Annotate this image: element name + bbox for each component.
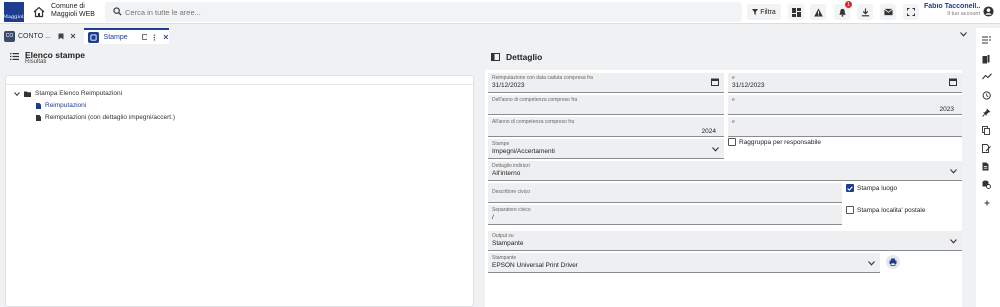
close-icon[interactable] [163, 34, 169, 40]
descrittore-civico-field[interactable]: Descrittore civico [488, 183, 842, 203]
trend-icon[interactable] [982, 73, 992, 80]
chevron-down-icon[interactable] [960, 32, 967, 37]
fullscreen-icon [907, 8, 915, 16]
alert-button[interactable] [810, 4, 826, 20]
tree-item-reimputazioni[interactable]: Reimputazioni [36, 102, 86, 109]
maggioli-logo[interactable]: Maggioli [3, 2, 25, 22]
tab-conto[interactable]: CO CONTO ... [4, 29, 80, 43]
history-icon[interactable] [982, 91, 991, 100]
list-icon [10, 53, 19, 60]
conto-tab-icon: CO [4, 30, 15, 42]
chevron-down-icon[interactable] [868, 261, 875, 266]
dettaglio-panel: Dettaglio Reimputazione con data caduta … [482, 45, 975, 307]
mail-button[interactable] [880, 4, 896, 20]
filtra-button[interactable]: Filtra [747, 4, 781, 20]
raggruppa-checkbox[interactable]: Raggruppa per responsabile [728, 138, 821, 146]
copy-icon[interactable] [982, 126, 990, 135]
chevron-down-icon[interactable] [712, 147, 719, 152]
stampa-luogo-checkbox[interactable]: Stampa luogo [846, 184, 897, 192]
database-icon[interactable] [982, 180, 991, 189]
document-icon[interactable] [982, 162, 989, 171]
checkbox-box[interactable] [846, 206, 854, 214]
notifications-button[interactable]: 1 [834, 1, 852, 20]
panel-icon [491, 53, 500, 61]
mail-icon [883, 8, 893, 16]
checkbox-box[interactable] [846, 184, 854, 192]
user-account[interactable]: Fabio Tacconell... Il tuo account [924, 3, 980, 18]
tab-bar: CO CONTO ... Stampe [0, 28, 975, 44]
search-icon [113, 7, 122, 16]
pin-icon[interactable] [982, 108, 991, 117]
anno-to-field[interactable]: e 2023 [728, 95, 962, 115]
separatore-civico-field[interactable]: Separatore civico / [488, 205, 842, 225]
tree-divider [6, 84, 473, 85]
print-tree: Stampa Elenco Reimputazioni Reimputazion… [5, 75, 474, 307]
fullscreen-button[interactable] [903, 4, 919, 20]
chevron-down-icon[interactable] [950, 169, 957, 174]
list-settings-icon[interactable] [982, 36, 991, 44]
edit-document-icon[interactable] [982, 144, 991, 153]
tab-stampe[interactable]: Stampe [84, 28, 169, 44]
user-avatar-icon[interactable] [983, 6, 994, 17]
print-tab-icon [88, 31, 99, 43]
anno-competenza-to-field[interactable]: e [728, 117, 962, 137]
detail-title: Dettaglio [506, 52, 543, 62]
filter-icon [752, 9, 759, 15]
comune-name: Comune di Maggioli WEB [51, 3, 95, 18]
calendar-icon[interactable] [711, 78, 719, 86]
tree-item-reimputazioni-dettaglio[interactable]: Reimputazioni (con dettaglio impegni/acc… [36, 114, 175, 121]
anno-competenza-from-field[interactable]: All'anno di competenza compreso fra 2024 [488, 117, 724, 137]
reimp-date-to-field[interactable]: e 31/12/2023 [728, 73, 962, 93]
anno-from-field[interactable]: Dell'anno di competenza compreso fra [488, 95, 724, 115]
download-button[interactable] [857, 4, 873, 20]
stampa-localita-checkbox[interactable]: Stampa localita' postale [846, 206, 925, 214]
top-bar: Maggioli Comune di Maggioli WEB Filtra 1… [0, 0, 1000, 24]
dettaglio-indirizzi-select[interactable]: Dettaglio indirizzi All'interno [488, 161, 962, 181]
detail-form: Reimputazione con data caduta compresa f… [485, 70, 962, 307]
home-icon[interactable] [33, 6, 45, 18]
stampe-select[interactable]: Stampe Impegni/Accertamenti [488, 139, 724, 159]
document-icon [36, 102, 41, 109]
check-icon [847, 185, 853, 191]
warning-icon [813, 7, 823, 17]
tree-folder[interactable]: Stampa Elenco Reimputazioni [14, 90, 122, 97]
notification-badge: 1 [845, 1, 852, 8]
add-icon[interactable] [984, 200, 990, 206]
document-icon [36, 114, 41, 121]
reimp-date-from-field[interactable]: Reimputazione con data caduta compresa f… [488, 73, 724, 93]
calendar-icon[interactable] [949, 78, 957, 86]
chevron-down-icon[interactable] [14, 91, 20, 96]
books-icon[interactable] [982, 55, 990, 64]
stampante-select[interactable]: Stampante EPSON Universal Print Driver [488, 253, 880, 273]
pin-icon[interactable] [141, 34, 148, 40]
close-icon[interactable] [70, 33, 76, 39]
more-icon[interactable] [153, 33, 156, 41]
bell-icon [838, 8, 846, 17]
download-icon [861, 7, 869, 16]
page-subtitle: Risultati [25, 59, 47, 65]
elenco-stampe-panel: Elenco stampe Risultati Stampa Elenco Re… [0, 45, 481, 307]
right-toolbar [976, 28, 1000, 307]
search-input[interactable] [125, 2, 725, 22]
grid-button[interactable] [788, 4, 804, 20]
print-button[interactable] [886, 255, 900, 269]
output-su-select[interactable]: Output su Stampante [488, 231, 962, 251]
chevron-down-icon[interactable] [950, 239, 957, 244]
dashboard-icon [791, 7, 801, 17]
checkbox-box[interactable] [728, 138, 736, 146]
global-search[interactable] [105, 2, 742, 22]
printer-icon [889, 258, 897, 266]
bookmark-icon[interactable] [58, 33, 64, 40]
folder-icon [24, 91, 31, 97]
